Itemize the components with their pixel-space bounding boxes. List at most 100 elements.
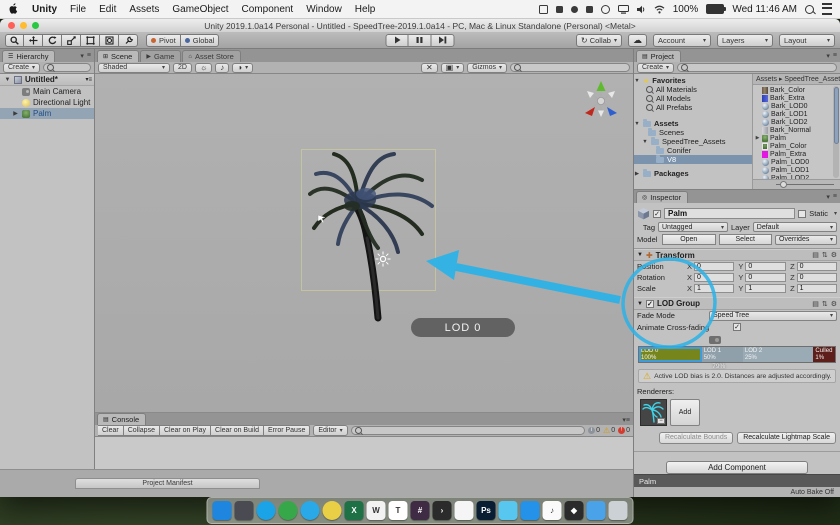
tab-inspector[interactable]: ◎Inspector	[636, 191, 688, 203]
scene-fx-dropdown[interactable]: ◑▾	[232, 63, 253, 73]
dock-icon[interactable]	[213, 501, 232, 520]
panel-menu-icon[interactable]: ≡	[833, 52, 837, 60]
menubar-gameobject[interactable]: GameObject	[172, 4, 228, 15]
menubar-app-menu[interactable]: Unity	[32, 4, 57, 15]
renderer-thumbnail[interactable]: −	[640, 399, 667, 426]
dock-icon[interactable]	[587, 501, 606, 520]
hierarchy-scene-row[interactable]: ▼ Untitled* ▾≡	[0, 74, 94, 86]
slider-knob[interactable]	[780, 181, 787, 188]
asset-row[interactable]: Bark_LOD1	[755, 110, 832, 118]
foldout-icon[interactable]: ▼	[4, 77, 11, 83]
settings-gear-icon[interactable]: ⚙	[831, 251, 837, 259]
asset-row[interactable]: Palm_LOD1	[755, 166, 832, 174]
tab-project[interactable]: ▤Project	[636, 50, 681, 62]
warning-count[interactable]: ⚠0	[603, 427, 615, 434]
dock-icon[interactable]	[521, 501, 540, 520]
menubar-edit[interactable]: Edit	[99, 4, 116, 15]
asset-row[interactable]: Palm_LOD0	[755, 158, 832, 166]
static-dropdown-icon[interactable]: ▾	[834, 210, 837, 217]
dock-icon[interactable]	[235, 501, 254, 520]
all-models-row[interactable]: All Models	[634, 94, 752, 103]
scene-lighting-toggle[interactable]: ☼	[195, 63, 212, 73]
status-app-icon[interactable]	[586, 6, 593, 13]
y-field[interactable]: 1	[745, 284, 785, 293]
dock-icon[interactable]: T	[389, 501, 408, 520]
project-search-input[interactable]	[677, 63, 837, 72]
model-select-button[interactable]: Select	[719, 234, 773, 245]
status-app-icon[interactable]	[571, 6, 578, 13]
create-menu-button[interactable]: Create▾	[3, 63, 40, 73]
console-search-input[interactable]	[351, 426, 585, 435]
asset-row[interactable]: Bark_Color	[755, 86, 832, 94]
menubar-assets[interactable]: Assets	[129, 4, 159, 15]
dock-icon[interactable]: X	[345, 501, 364, 520]
packages-row[interactable]: ▶Packages	[634, 169, 752, 178]
pivot-toggle-button[interactable]: Pivot	[146, 34, 181, 47]
z-field[interactable]: 0	[797, 262, 837, 271]
tab-asset-store[interactable]: ⌂Asset Store	[182, 50, 240, 62]
step-button[interactable]	[432, 34, 455, 47]
asset-row[interactable]: Bark_Extra	[755, 94, 832, 102]
console-button[interactable]: Collapse	[124, 425, 160, 436]
asset-row[interactable]: Palm_Color	[755, 142, 832, 150]
global-toggle-button[interactable]: Global	[181, 34, 220, 47]
spotlight-icon[interactable]	[805, 5, 814, 14]
error-count[interactable]: 0	[618, 427, 630, 434]
add-component-button[interactable]: Add Component	[666, 461, 808, 474]
2d-toggle[interactable]: 2D	[173, 63, 192, 73]
rotate-tool-button[interactable]	[43, 34, 62, 47]
scene-orientation-gizmo[interactable]	[577, 77, 625, 125]
dock-icon[interactable]	[257, 501, 276, 520]
breadcrumb[interactable]: Assets ▸ SpeedTree_Assets ▸ V8	[753, 74, 840, 85]
asset-row[interactable]: Bark_LOD2	[755, 118, 832, 126]
pause-button[interactable]	[409, 34, 432, 47]
gameobject-name-field[interactable]	[664, 208, 795, 219]
tab-game[interactable]: ▶Game	[140, 50, 181, 62]
zoom-window-button[interactable]	[32, 22, 39, 29]
dock-icon[interactable]: ♪	[543, 501, 562, 520]
presets-icon[interactable]: ▤	[812, 251, 819, 259]
tab-scene[interactable]: ⊞Scene	[97, 50, 139, 62]
camera-settings-dropdown[interactable]: ▣▾	[441, 63, 465, 73]
animate-crossfade-checkbox[interactable]: ✓	[733, 323, 741, 331]
lock-icon[interactable]: ▾	[826, 52, 830, 60]
layout-dropdown[interactable]: Layout▾	[779, 34, 835, 47]
menubar-window[interactable]: Window	[306, 4, 342, 15]
dock-icon[interactable]: ›	[433, 501, 452, 520]
fade-mode-dropdown[interactable]: Speed Tree▾	[709, 311, 837, 321]
favorites-row[interactable]: ▼★Favorites	[634, 76, 752, 85]
console-log-area[interactable]	[95, 437, 633, 470]
info-count[interactable]: 0	[588, 427, 600, 434]
lod-group-header[interactable]: ▼ ✓ LOD Group ▤⇅⚙	[634, 297, 840, 309]
hierarchy-item[interactable]: Main Camera	[0, 86, 94, 97]
scene-viewport[interactable]: LOD 0	[95, 74, 633, 412]
overrides-dropdown[interactable]: Overrides▾	[775, 235, 837, 245]
scenes-row[interactable]: Scenes	[634, 128, 752, 137]
x-field[interactable]: 0	[694, 262, 734, 271]
dock-icon[interactable]: W	[367, 501, 386, 520]
panel-menu-icon[interactable]: ▾≡	[622, 416, 630, 424]
project-create-button[interactable]: Create▾	[637, 63, 674, 73]
dock-icon[interactable]: ◆	[565, 501, 584, 520]
asset-row[interactable]: Palm_Extra	[755, 150, 832, 158]
console-button[interactable]: Clear on Build	[211, 425, 264, 436]
collab-button[interactable]: ↻ Collab▾	[576, 34, 622, 47]
remove-renderer-button[interactable]: −	[657, 418, 665, 424]
hand-tool-button[interactable]	[5, 34, 24, 47]
display-icon[interactable]	[618, 5, 629, 14]
y-field[interactable]: 0	[745, 262, 785, 271]
scene-audio-toggle[interactable]: ♪	[215, 63, 229, 73]
dock-icon[interactable]	[301, 501, 320, 520]
background-window-titlebar[interactable]: Project Manifest	[75, 478, 260, 489]
asset-row[interactable]: Palm_LOD2	[755, 174, 832, 179]
palm-tree-model[interactable]	[308, 144, 440, 322]
presets-icon[interactable]: ▤	[812, 300, 819, 308]
lock-icon[interactable]: ▾	[80, 52, 84, 60]
z-field[interactable]: 1	[797, 284, 837, 293]
wifi-icon[interactable]	[654, 5, 665, 14]
close-window-button[interactable]	[8, 22, 15, 29]
move-tool-button[interactable]	[24, 34, 43, 47]
window-titlebar[interactable]: Unity 2019.1.0a14 Personal - Untitled - …	[0, 19, 840, 33]
lod-camera-icon[interactable]	[709, 336, 721, 344]
lod-enabled-checkbox[interactable]: ✓	[646, 300, 654, 308]
